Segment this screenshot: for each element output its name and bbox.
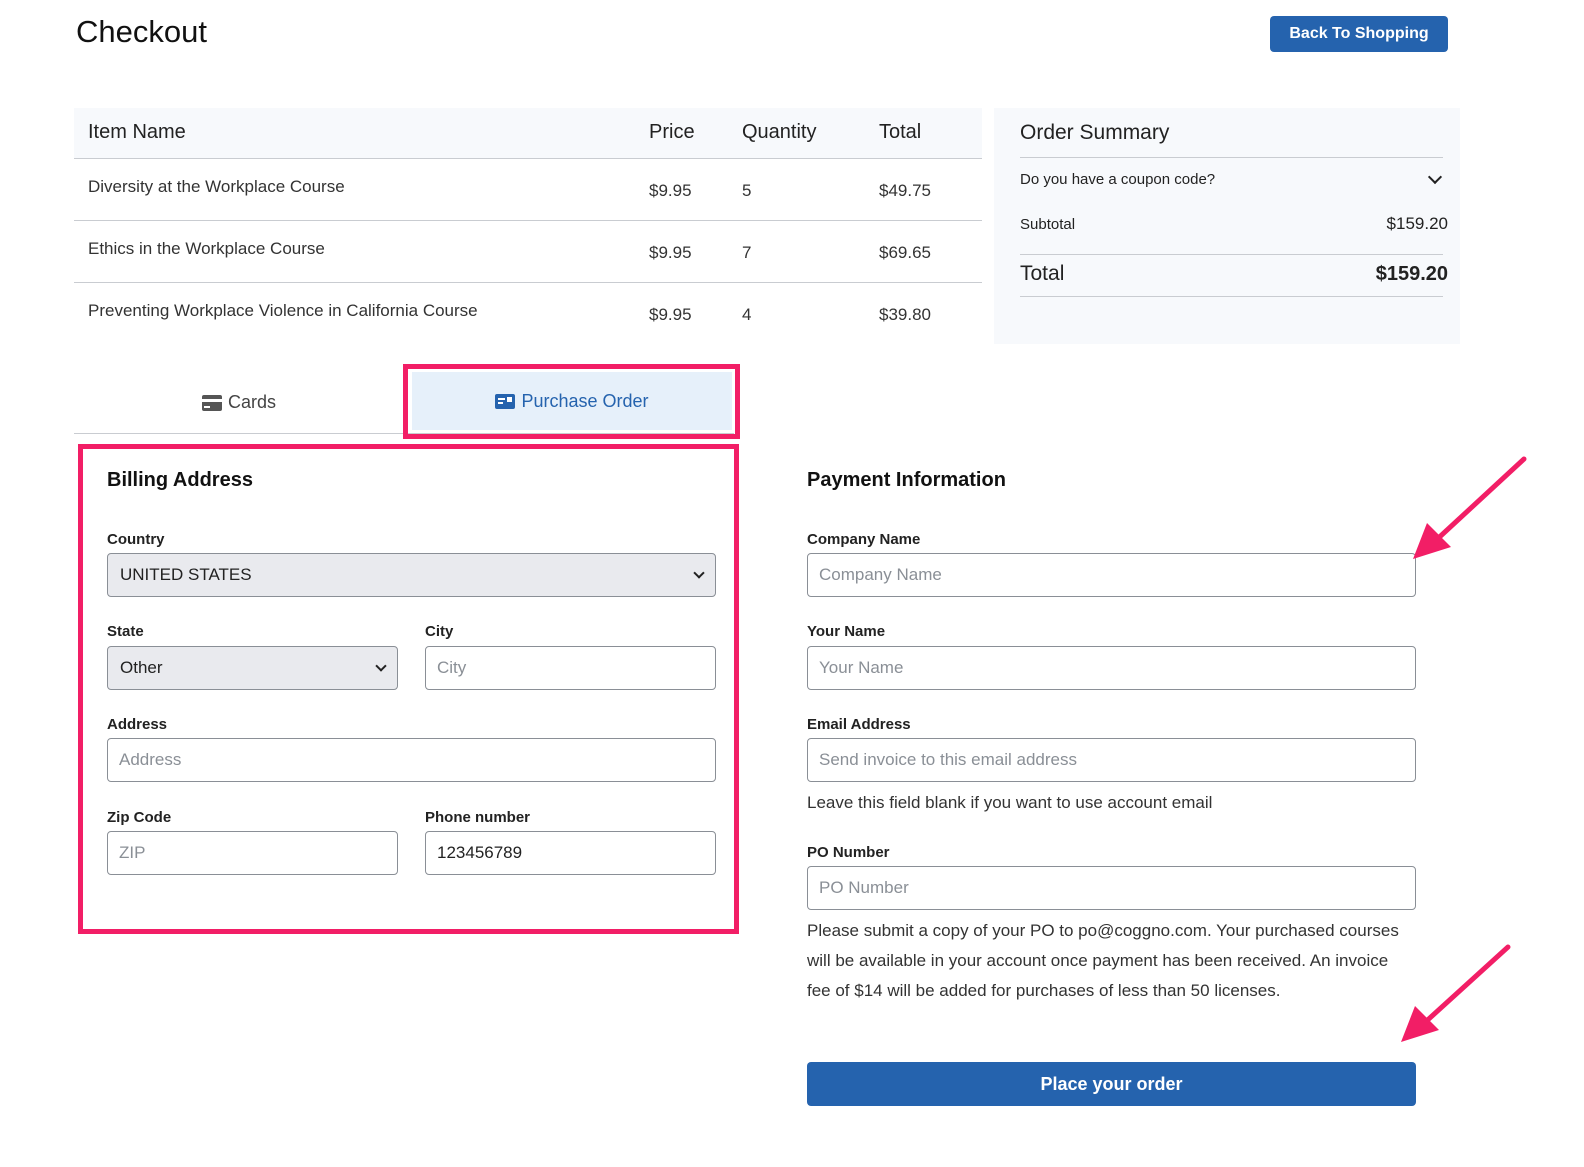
country-value: UNITED STATES — [120, 565, 252, 584]
city-label: City — [425, 623, 454, 640]
annotation-arrow-icon — [1401, 944, 1511, 1042]
coupon-label: Do you have a coupon code? — [1020, 170, 1216, 188]
po-note: Please submit a copy of your PO to po@co… — [807, 921, 1399, 1000]
item-total: $39.80 — [879, 305, 931, 325]
address-label: Address — [107, 716, 168, 733]
tab-cards[interactable]: Cards — [74, 372, 404, 434]
chevron-down-icon — [375, 660, 387, 672]
page-title: Checkout — [76, 14, 207, 49]
chevron-down-icon — [693, 567, 705, 579]
state-select[interactable]: Other — [107, 646, 398, 690]
order-summary-title: Order Summary — [1020, 121, 1170, 144]
order-summary-panel: Order Summary Do you have a coupon code?… — [994, 108, 1460, 344]
table-row: Diversity at the Workplace Course $9.95 … — [74, 158, 982, 221]
divider — [1020, 157, 1443, 158]
column-header-item-name: Item Name — [74, 108, 649, 159]
state-value: Other — [120, 658, 163, 677]
city-input[interactable] — [425, 646, 716, 690]
country-select[interactable]: UNITED STATES — [107, 553, 716, 597]
po-number-input[interactable] — [807, 866, 1416, 910]
annotation-arrow-icon — [1413, 456, 1527, 559]
column-header-quantity: Quantity — [742, 108, 879, 159]
email-label: Email Address — [807, 716, 911, 733]
item-price: $9.95 — [649, 305, 692, 325]
table-row: Ethics in the Workplace Course $9.95 7 $… — [74, 220, 982, 283]
column-header-total: Total — [879, 108, 982, 159]
credit-card-icon — [201, 394, 222, 411]
email-input[interactable] — [807, 738, 1416, 782]
divider — [1020, 254, 1443, 255]
email-help-text: Leave this field blank if you want to us… — [807, 793, 1213, 812]
item-quantity: 7 — [742, 220, 879, 283]
phone-input[interactable] — [425, 831, 716, 875]
coupon-toggle[interactable]: Do you have a coupon code? — [1020, 168, 1444, 190]
total-value: $159.20 — [1375, 262, 1448, 285]
tab-cards-label: Cards — [227, 392, 276, 412]
payment-information-title: Payment Information — [807, 469, 1006, 491]
company-name-label: Company Name — [807, 531, 921, 548]
highlight-box — [403, 364, 740, 439]
item-price: $9.95 — [649, 158, 742, 221]
subtotal-label: Subtotal — [1020, 215, 1076, 233]
total-label: Total — [1020, 262, 1065, 285]
item-quantity: 5 — [742, 158, 879, 221]
divider — [1020, 296, 1443, 297]
item-name: Ethics in the Workplace Course — [74, 220, 649, 283]
zip-input[interactable] — [107, 831, 398, 875]
company-name-input[interactable] — [807, 553, 1416, 597]
item-total: $69.65 — [879, 220, 982, 283]
item-name: Diversity at the Workplace Course — [74, 158, 649, 221]
po-number-label: PO Number — [807, 844, 890, 861]
state-label: State — [107, 623, 144, 640]
zip-label: Zip Code — [107, 809, 172, 826]
total-row: Total $159.20 — [1020, 262, 1448, 286]
cart-table: Item Name Price Quantity Total Diversity… — [74, 108, 982, 344]
item-price: $9.95 — [649, 220, 742, 283]
item-quantity: 4 — [742, 305, 752, 325]
address-input[interactable] — [107, 738, 716, 782]
item-total: $49.75 — [879, 158, 982, 221]
phone-label: Phone number — [425, 809, 531, 826]
your-name-label: Your Name — [807, 623, 886, 640]
billing-address-title: Billing Address — [107, 469, 253, 491]
back-to-shopping-button[interactable]: Back To Shopping — [1270, 16, 1448, 52]
item-name: Preventing Workplace Violence in Califor… — [88, 301, 478, 321]
subtotal-row: Subtotal $159.20 — [1020, 214, 1448, 234]
table-header-row: Item Name Price Quantity Total — [74, 108, 982, 159]
your-name-input[interactable] — [807, 646, 1416, 690]
subtotal-value: $159.20 — [1386, 214, 1448, 233]
place-order-button[interactable]: Place your order — [807, 1062, 1416, 1106]
column-header-price: Price — [649, 108, 742, 159]
country-label: Country — [107, 531, 165, 548]
chevron-down-icon — [1427, 169, 1443, 184]
table-row: Preventing Workplace Violence in Califor… — [74, 282, 982, 344]
